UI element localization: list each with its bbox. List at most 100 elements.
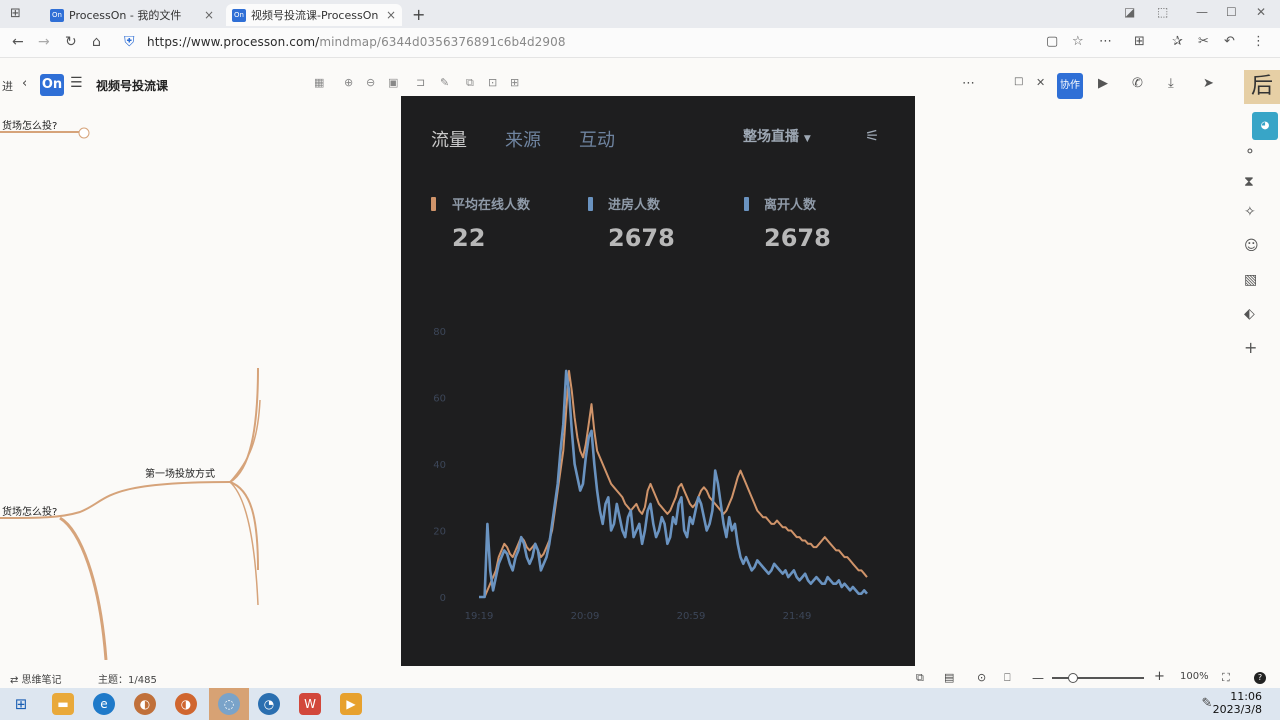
wps-icon[interactable]: W	[299, 693, 321, 715]
security-shield-icon[interactable]: ⛨	[124, 34, 135, 50]
send-icon[interactable]: ➤	[1203, 76, 1214, 91]
x-tick-label: 21:49	[783, 611, 812, 622]
minimize-icon[interactable]: —	[1196, 5, 1208, 19]
settings-icon[interactable]: ⋮	[1252, 34, 1265, 49]
image-icon[interactable]: ▧	[1244, 272, 1257, 288]
tab-mindmap[interactable]: On 视频号投流课-ProcessOn ×	[226, 4, 402, 26]
undo-icon[interactable]: ↶	[1224, 34, 1235, 49]
zoom-slider-handle[interactable]	[1068, 673, 1078, 683]
undo-tool-icon[interactable]: ▦	[314, 76, 324, 89]
reload-icon[interactable]: ↻	[65, 34, 77, 50]
zoom-in-icon[interactable]: +	[1154, 669, 1165, 684]
url-host: https://www.processon.com/	[147, 35, 320, 49]
zoom-slider-track[interactable]	[1052, 677, 1144, 679]
emoji-icon[interactable]: ☺	[1244, 238, 1259, 254]
insert-tool-icon[interactable]: ⊞	[510, 76, 519, 89]
collapse-node-icon[interactable]	[78, 127, 90, 139]
link-tool-icon[interactable]: ⧉	[466, 76, 474, 90]
start-menu-icon[interactable]: ⊞	[10, 693, 32, 715]
back-arrow-icon[interactable]: ‹	[22, 76, 27, 91]
tag-icon[interactable]: ⬖	[1244, 306, 1255, 322]
structure-icon[interactable]: ⧗	[1244, 174, 1254, 190]
call-icon[interactable]: ✆	[1132, 76, 1143, 91]
close-tab-icon[interactable]: ×	[204, 8, 214, 22]
app-icon-3[interactable]: ◌	[218, 693, 240, 715]
y-tick-label: 80	[433, 327, 446, 338]
mindmap-node[interactable]: 第一场投放方式	[145, 465, 215, 480]
mindmap-node[interactable]: 货场怎么投?	[2, 117, 57, 132]
y-tick-label: 60	[433, 394, 446, 405]
style-icon[interactable]: ⚬	[1244, 144, 1256, 160]
mindmap-link	[59, 516, 108, 660]
processon-favicon-icon: On	[232, 8, 246, 22]
back-icon[interactable]: ←	[12, 34, 24, 50]
url-path: mindmap/6344d0356376891c6b4d2908	[319, 35, 566, 49]
panel-icon[interactable]: ▤	[944, 671, 954, 684]
app-icon-1[interactable]: ◐	[134, 693, 156, 715]
status-bar: ⇄ 思维笔记 主题：1/485 ⧉ ▤ ⊙ ⎕ — + 100% ⛶ ?	[0, 668, 1280, 688]
more-icon[interactable]: ⋯	[1099, 34, 1112, 49]
y-tick-label: 40	[433, 460, 446, 471]
edit-tool-icon[interactable]: ✎	[440, 76, 449, 89]
zoom-out-tool-icon[interactable]: ⊖	[366, 76, 375, 89]
processon-logo[interactable]: On	[40, 74, 64, 96]
close-window-icon[interactable]: ✕	[1256, 5, 1266, 19]
media-player-icon[interactable]: ▶	[340, 693, 362, 715]
theme-icon[interactable]: ✧	[1244, 204, 1256, 220]
node-tool-icon[interactable]: ⊐	[416, 76, 425, 89]
book-icon[interactable]: ⎕	[1004, 671, 1011, 685]
tab-processon-files[interactable]: On ProcessOn - 我的文件 ×	[44, 4, 220, 26]
app-icon-2[interactable]: ◑	[175, 693, 197, 715]
close-tab-icon[interactable]: ×	[386, 8, 396, 22]
mindmap-link	[229, 481, 259, 606]
more-tools-icon[interactable]: ⋯	[962, 76, 975, 91]
tab-label: 视频号投流课-ProcessOn	[251, 9, 379, 22]
file-explorer-icon[interactable]: ▬	[52, 693, 74, 715]
new-tab-button[interactable]: +	[412, 5, 425, 24]
os-taskbar: ⊞ ▬ e ◐ ◑ ◌ ◔ W ▶ ✎ 11:06 2023/3/8	[0, 688, 1280, 720]
series-line-avg-online	[479, 369, 868, 598]
y-tick-label: 20	[433, 527, 446, 538]
collections-icon[interactable]: ⬚	[1157, 5, 1168, 19]
live-data-panel: 流量 来源 互动 整场直播 ▼ ⚟ 平均在线人数 22 进房人数 2678 离开…	[401, 96, 915, 666]
zoom-in-tool-icon[interactable]: ⊕	[344, 76, 353, 89]
add-icon[interactable]: +	[1244, 338, 1257, 357]
topic-count: 主题：1/485	[98, 675, 157, 686]
screenshot-icon[interactable]: ✂	[1198, 34, 1209, 49]
app-icon-4[interactable]: ◔	[258, 693, 280, 715]
present-icon[interactable]: ▶	[1098, 76, 1108, 91]
document-title[interactable]: 视频号投流课	[96, 77, 168, 94]
image-tool-icon[interactable]: ⊡	[488, 76, 497, 89]
mindmap-node[interactable]: 货场怎么投?	[2, 503, 57, 518]
home-icon[interactable]: ⌂	[92, 34, 101, 50]
browser-tab-strip: ⊞ On ProcessOn - 我的文件 × On 视频号投流课-Proces…	[0, 0, 1280, 28]
workspaces-icon[interactable]: ⊞	[10, 6, 21, 21]
window-tool-icon[interactable]: □	[1014, 76, 1023, 87]
close-tool-icon[interactable]: ✕	[1036, 76, 1045, 89]
user-avatar[interactable]: 后	[1244, 70, 1280, 104]
edge-browser-icon[interactable]: e	[93, 693, 115, 715]
menu-icon[interactable]: ☰	[70, 75, 83, 91]
notes-toggle[interactable]: ⇄ 思维笔记	[10, 671, 62, 686]
zoom-out-icon[interactable]: —	[1032, 671, 1044, 685]
forward-icon[interactable]: →	[38, 34, 50, 50]
help-icon[interactable]: ?	[1254, 672, 1266, 684]
reader-icon[interactable]: ▢	[1046, 34, 1058, 49]
maximize-icon[interactable]: ☐	[1226, 5, 1237, 19]
favorite-star-icon[interactable]: ☆	[1072, 34, 1084, 49]
download-icon[interactable]: ⤓	[1168, 76, 1174, 91]
share-chip[interactable]: 协作	[1057, 73, 1083, 99]
extensions-icon[interactable]: ⊞	[1134, 34, 1145, 49]
fullscreen-icon[interactable]: ⛶	[1222, 671, 1230, 685]
url-field[interactable]: https://www.processon.com/mindmap/6344d0…	[147, 35, 566, 49]
format-tool-icon[interactable]: ▣	[388, 76, 398, 89]
favorites-icon[interactable]: ✰	[1172, 34, 1183, 49]
mindmap-canvas[interactable]	[0, 100, 400, 660]
outline-icon[interactable]: ⧉	[916, 671, 924, 685]
collaborator-avatar[interactable]: ◕	[1252, 112, 1278, 140]
address-bar: ← → ↻ ⌂ ⛨ https://www.processon.com/mind…	[0, 28, 1280, 58]
x-tick-label: 19:19	[465, 611, 494, 622]
x-tick-label: 20:59	[677, 611, 706, 622]
profile-icon[interactable]: ◪	[1124, 5, 1135, 19]
locate-icon[interactable]: ⊙	[977, 671, 986, 684]
